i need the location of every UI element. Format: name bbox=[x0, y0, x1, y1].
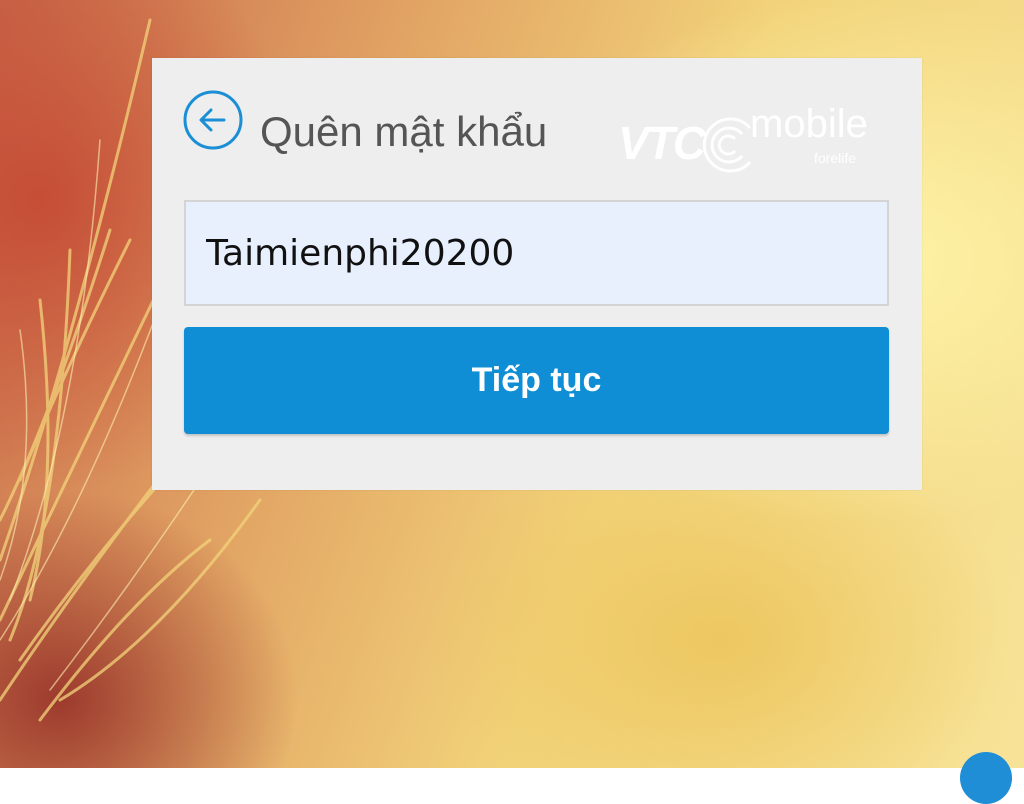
vtc-mobile-logo: VTC mobile forelife bbox=[618, 96, 886, 180]
logo-tagline: forelife bbox=[814, 150, 857, 166]
arrow-left-circle-icon bbox=[183, 90, 243, 150]
page-title: Quên mật khẩu bbox=[260, 108, 548, 155]
chat-bubble-button[interactable] bbox=[960, 752, 1012, 804]
username-input[interactable] bbox=[184, 200, 889, 306]
forgot-password-panel: Quên mật khẩu VTC mobile forelife Tiếp t… bbox=[152, 58, 922, 490]
continue-button[interactable]: Tiếp tục bbox=[184, 327, 889, 434]
logo-mobile-text: mobile bbox=[750, 102, 868, 146]
back-button[interactable] bbox=[182, 89, 244, 151]
